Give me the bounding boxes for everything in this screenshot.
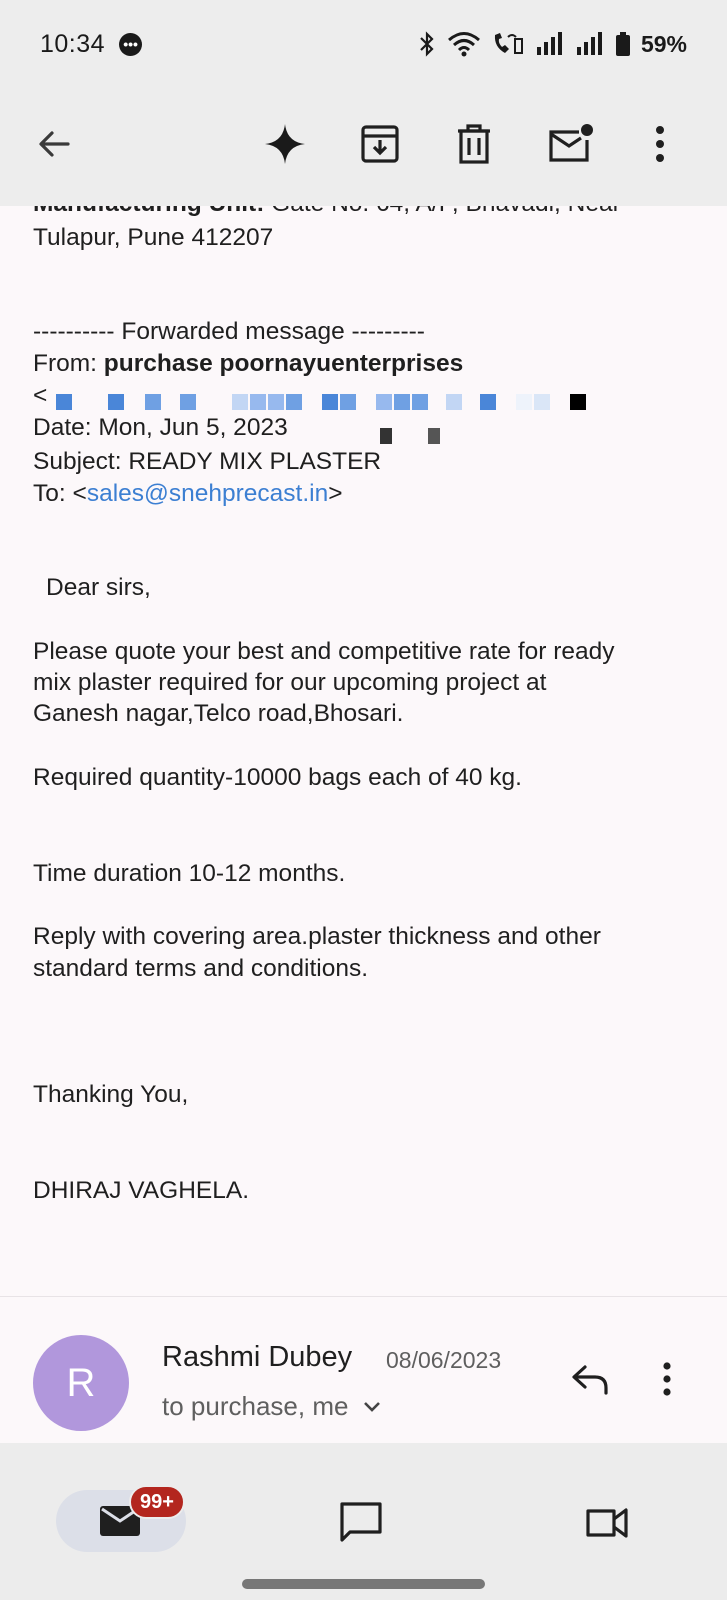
chat-tab[interactable] [338,1500,384,1544]
message-more-button[interactable] [655,1353,679,1405]
address-line: Tulapur, Pune 412207 [33,224,274,251]
battery-percent: 59% [640,30,687,57]
recipients-toggle[interactable]: to purchase, me [162,1391,382,1422]
reply-request-line: Reply with covering area.plaster thickne… [33,923,601,950]
email-body: Manufacturing Unit: Gate No. 64, A/P, Bh… [0,206,727,1296]
reply-request-line: standard terms and conditions. [33,955,369,982]
greeting: Dear sirs, [46,574,151,601]
clock: 10:34 [40,29,106,58]
redacted-email-line: < [33,382,48,409]
reply-icon [572,1365,608,1395]
more-vert-icon [656,126,664,162]
unread-badge: 99+ [129,1485,185,1519]
manufacturing-unit-line: Manufacturing Unit: Gate No. 64, A/P, Bh… [33,206,621,220]
delete-button[interactable] [444,114,504,174]
to-email-link[interactable]: sales@snehprecast.in [87,480,328,507]
to-line: To: <sales@snehprecast.in> [33,480,343,507]
mark-unread-button[interactable] [540,114,600,174]
gemini-button[interactable] [255,114,315,174]
bottom-navigation: 99+ [0,1443,727,1600]
avatar[interactable]: R [33,1335,129,1431]
recipients-text: to purchase, me [162,1391,349,1421]
sender-name: Rashmi Dubey [162,1341,353,1373]
more-options-button[interactable] [630,114,690,174]
signal-icon-sim2 [576,32,602,55]
chat-notification-icon: ••• [119,32,143,56]
back-button[interactable] [24,114,84,174]
from-line: From: purchase poornayuenterprises [33,350,464,377]
bluetooth-icon [420,31,434,57]
wifi-icon [447,32,480,57]
next-message-header[interactable]: R Rashmi Dubey 08/06/2023 to purchase, m… [0,1297,727,1443]
meet-tab[interactable] [584,1503,630,1543]
date-line: Date: Mon, Jun 5, 2023 [33,414,288,441]
closing-line: Thanking You, [33,1081,189,1108]
mark-unread-icon [549,124,593,162]
from-name: purchase poornayuenterprises [103,350,464,377]
body-paragraph-line: mix plaster required for our upcoming pr… [33,669,547,696]
status-bar: 10:34 ••• 59% [0,0,727,88]
archive-button[interactable] [350,114,410,174]
battery-icon [615,32,630,56]
back-arrow-icon [39,131,70,157]
chat-icon [340,1502,382,1542]
email-toolbar [0,88,727,206]
delete-icon [458,124,490,164]
signature: DHIRAJ VAGHELA. [33,1177,250,1204]
body-paragraph-line: Ganesh nagar,Telco road,Bhosari. [33,700,404,727]
home-indicator[interactable] [242,1579,485,1589]
sender-date: 08/06/2023 [386,1347,502,1373]
more-vert-icon [663,1362,671,1396]
duration-line: Time duration 10-12 months. [33,860,346,887]
reply-button[interactable] [568,1357,612,1401]
quantity-line: Required quantity-10000 bags each of 40 … [33,764,522,791]
signal-icon-sim1 [536,32,562,55]
subject-line: Subject: READY MIX PLASTER [33,448,382,475]
chevron-down-icon [364,1401,381,1412]
gemini-sparkle-icon [265,124,305,164]
forwarded-header: ---------- Forwarded message --------- [33,318,425,345]
archive-icon [361,125,399,163]
wifi-calling-icon [494,33,523,54]
meet-video-icon [586,1508,628,1538]
body-paragraph-line: Please quote your best and competitive r… [33,638,615,665]
